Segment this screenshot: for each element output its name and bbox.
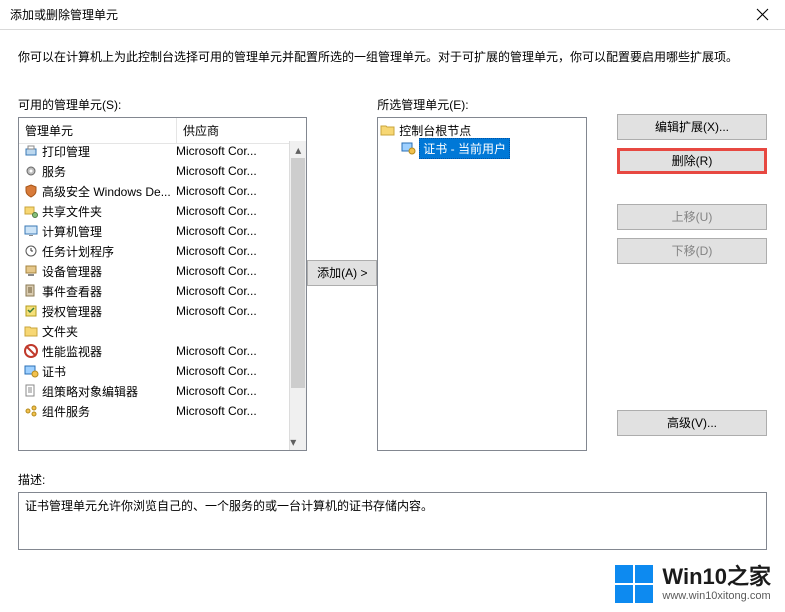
watermark-url: www.win10xitong.com	[662, 591, 771, 602]
intro-text: 你可以在计算机上为此控制台选择可用的管理单元并配置所选的一组管理单元。对于可扩展…	[18, 48, 767, 66]
description-label: 描述:	[18, 471, 767, 488]
item-vendor: Microsoft Cor...	[176, 184, 289, 198]
list-item[interactable]: 打印管理Microsoft Cor...	[19, 141, 289, 161]
list-item[interactable]: 事件查看器Microsoft Cor...	[19, 281, 289, 301]
printer-icon	[23, 143, 39, 159]
advanced-button[interactable]: 高级(V)...	[617, 410, 767, 436]
item-vendor: Microsoft Cor...	[176, 204, 289, 218]
selected-label: 所选管理单元(E):	[377, 96, 587, 113]
list-item[interactable]: 共享文件夹Microsoft Cor...	[19, 201, 289, 221]
list-item[interactable]: 证书Microsoft Cor...	[19, 361, 289, 381]
scroll-thumb[interactable]	[291, 158, 305, 388]
header-name[interactable]: 管理单元	[19, 118, 177, 143]
tree-root-label: 控制台根节点	[399, 122, 471, 139]
window-title: 添加或删除管理单元	[10, 6, 739, 23]
item-vendor: Microsoft Cor...	[176, 384, 289, 398]
list-item[interactable]: 计算机管理Microsoft Cor...	[19, 221, 289, 241]
available-list[interactable]: 管理单元 供应商 打印管理Microsoft Cor...服务Microsoft…	[18, 117, 307, 451]
item-name: 计算机管理	[42, 223, 176, 240]
device-icon	[23, 263, 39, 279]
list-item[interactable]: 设备管理器Microsoft Cor...	[19, 261, 289, 281]
item-name: 组策略对象编辑器	[42, 383, 176, 400]
item-name: 性能监视器	[42, 343, 176, 360]
policy-icon	[23, 383, 39, 399]
move-down-button: 下移(D)	[617, 238, 767, 264]
item-vendor: Microsoft Cor...	[176, 164, 289, 178]
item-vendor: Microsoft Cor...	[176, 284, 289, 298]
comp-icon	[23, 403, 39, 419]
item-name: 组件服务	[42, 403, 176, 420]
item-name: 事件查看器	[42, 283, 176, 300]
header-vendor[interactable]: 供应商	[177, 118, 306, 143]
item-name: 共享文件夹	[42, 203, 176, 220]
move-up-button: 上移(U)	[617, 204, 767, 230]
list-item[interactable]: 组策略对象编辑器Microsoft Cor...	[19, 381, 289, 401]
list-item[interactable]: 服务Microsoft Cor...	[19, 161, 289, 181]
edit-extensions-button[interactable]: 编辑扩展(X)...	[617, 114, 767, 140]
computer-icon	[23, 223, 39, 239]
item-name: 授权管理器	[42, 303, 176, 320]
close-button[interactable]	[739, 0, 785, 30]
item-name: 设备管理器	[42, 263, 176, 280]
item-vendor: Microsoft Cor...	[176, 404, 289, 418]
cert-icon	[23, 363, 39, 379]
watermark: Win10之家 www.win10xitong.com	[614, 564, 771, 604]
item-vendor: Microsoft Cor...	[176, 364, 289, 378]
item-name: 高级安全 Windows De...	[42, 183, 176, 200]
share-icon	[23, 203, 39, 219]
list-item[interactable]: 任务计划程序Microsoft Cor...	[19, 241, 289, 261]
item-name: 服务	[42, 163, 176, 180]
auth-icon	[23, 303, 39, 319]
scroll-down-icon[interactable]: ▾	[290, 433, 296, 450]
item-vendor: Microsoft Cor...	[176, 264, 289, 278]
add-button[interactable]: 添加(A) >	[307, 260, 377, 286]
shield-icon	[23, 183, 39, 199]
item-vendor: Microsoft Cor...	[176, 244, 289, 258]
scroll-up-icon[interactable]: ▴	[290, 141, 306, 158]
list-item[interactable]: 文件夹	[19, 321, 289, 341]
item-vendor: Microsoft Cor...	[176, 304, 289, 318]
tree-root[interactable]: 控制台根节点	[380, 121, 584, 139]
item-vendor: Microsoft Cor...	[176, 344, 289, 358]
folder-icon	[23, 323, 39, 339]
item-vendor: Microsoft Cor...	[176, 224, 289, 238]
list-item[interactable]: 组件服务Microsoft Cor...	[19, 401, 289, 421]
close-icon	[757, 9, 768, 20]
list-item[interactable]: 授权管理器Microsoft Cor...	[19, 301, 289, 321]
item-name: 打印管理	[42, 143, 176, 160]
scrollbar[interactable]: ▴ ▾	[289, 141, 306, 450]
selected-tree[interactable]: 控制台根节点 证书 - 当前用户	[377, 117, 587, 451]
watermark-title: Win10之家	[662, 566, 771, 588]
clock-icon	[23, 243, 39, 259]
item-name: 任务计划程序	[42, 243, 176, 260]
tree-child-label: 证书 - 当前用户	[419, 138, 510, 159]
win10-logo-icon	[614, 564, 654, 604]
list-item[interactable]: 高级安全 Windows De...Microsoft Cor...	[19, 181, 289, 201]
certificate-icon	[400, 140, 416, 156]
item-name: 证书	[42, 363, 176, 380]
gear-icon	[23, 163, 39, 179]
description-box: 证书管理单元允许你浏览自己的、一个服务的或一台计算机的证书存储内容。	[18, 492, 767, 550]
event-icon	[23, 283, 39, 299]
list-item[interactable]: 性能监视器Microsoft Cor...	[19, 341, 289, 361]
perf-icon	[23, 343, 39, 359]
item-name: 文件夹	[42, 323, 176, 340]
item-vendor: Microsoft Cor...	[176, 144, 289, 158]
folder-icon	[380, 122, 396, 138]
tree-child[interactable]: 证书 - 当前用户	[380, 139, 584, 157]
titlebar: 添加或删除管理单元	[0, 0, 785, 30]
remove-button[interactable]: 删除(R)	[617, 148, 767, 174]
available-label: 可用的管理单元(S):	[18, 96, 307, 113]
